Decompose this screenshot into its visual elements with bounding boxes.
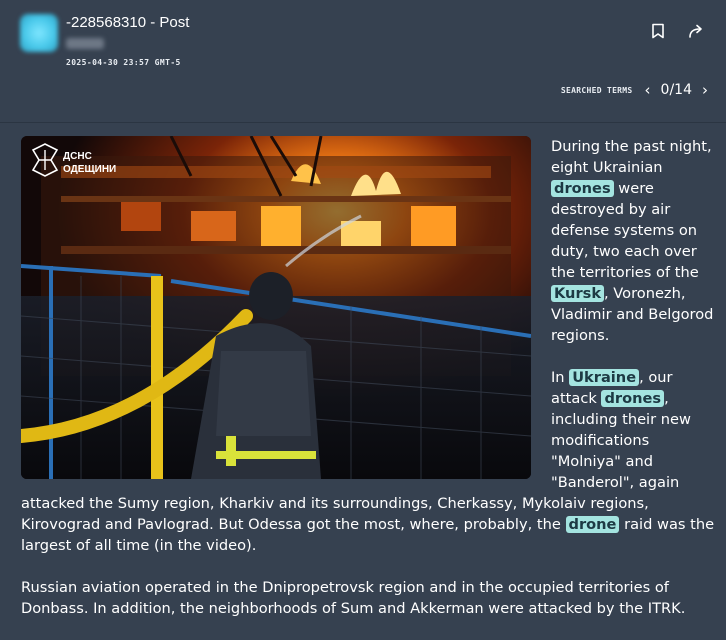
post-header: -228568310 - Post 2025-04-30 23:57 GMT-5… — [0, 0, 726, 123]
next-match-button[interactable]: › — [702, 82, 708, 98]
post-text: During the past night, eight Ukrainian d… — [21, 136, 721, 640]
post-content: ДСНС ОДЕЩИНИ During the past night, eigh… — [0, 123, 726, 617]
text-segment: In — [551, 369, 570, 386]
match-counter: 0/14 — [660, 82, 692, 98]
searched-terms-nav: SEARCHED TERMS ‹ 0/14 › — [561, 82, 708, 98]
share-arrow-icon — [689, 24, 702, 38]
search-term-highlight[interactable]: drone — [565, 516, 620, 533]
blurred-channel-name — [66, 38, 104, 49]
previous-match-button[interactable]: ‹ — [645, 82, 651, 98]
avatar[interactable] — [20, 14, 58, 52]
search-term-highlight[interactable]: drones — [551, 180, 614, 197]
share-button[interactable] — [684, 18, 710, 44]
bookmark-button[interactable] — [645, 18, 671, 44]
text-segment: During the past night, eight Ukrainian — [551, 138, 712, 176]
search-term-highlight[interactable]: Ukraine — [569, 369, 640, 386]
post-title: -228568310 - Post — [66, 14, 190, 31]
search-term-highlight[interactable]: Kursk — [551, 285, 605, 302]
text-segment: Russian aviation operated in the Dniprop… — [21, 579, 686, 617]
search-term-highlight[interactable]: drones — [601, 390, 665, 407]
searched-terms-label: SEARCHED TERMS — [560, 85, 633, 95]
bookmark-icon — [652, 23, 664, 39]
post-timestamp: 2025-04-30 23:57 GMT-5 — [66, 58, 181, 67]
